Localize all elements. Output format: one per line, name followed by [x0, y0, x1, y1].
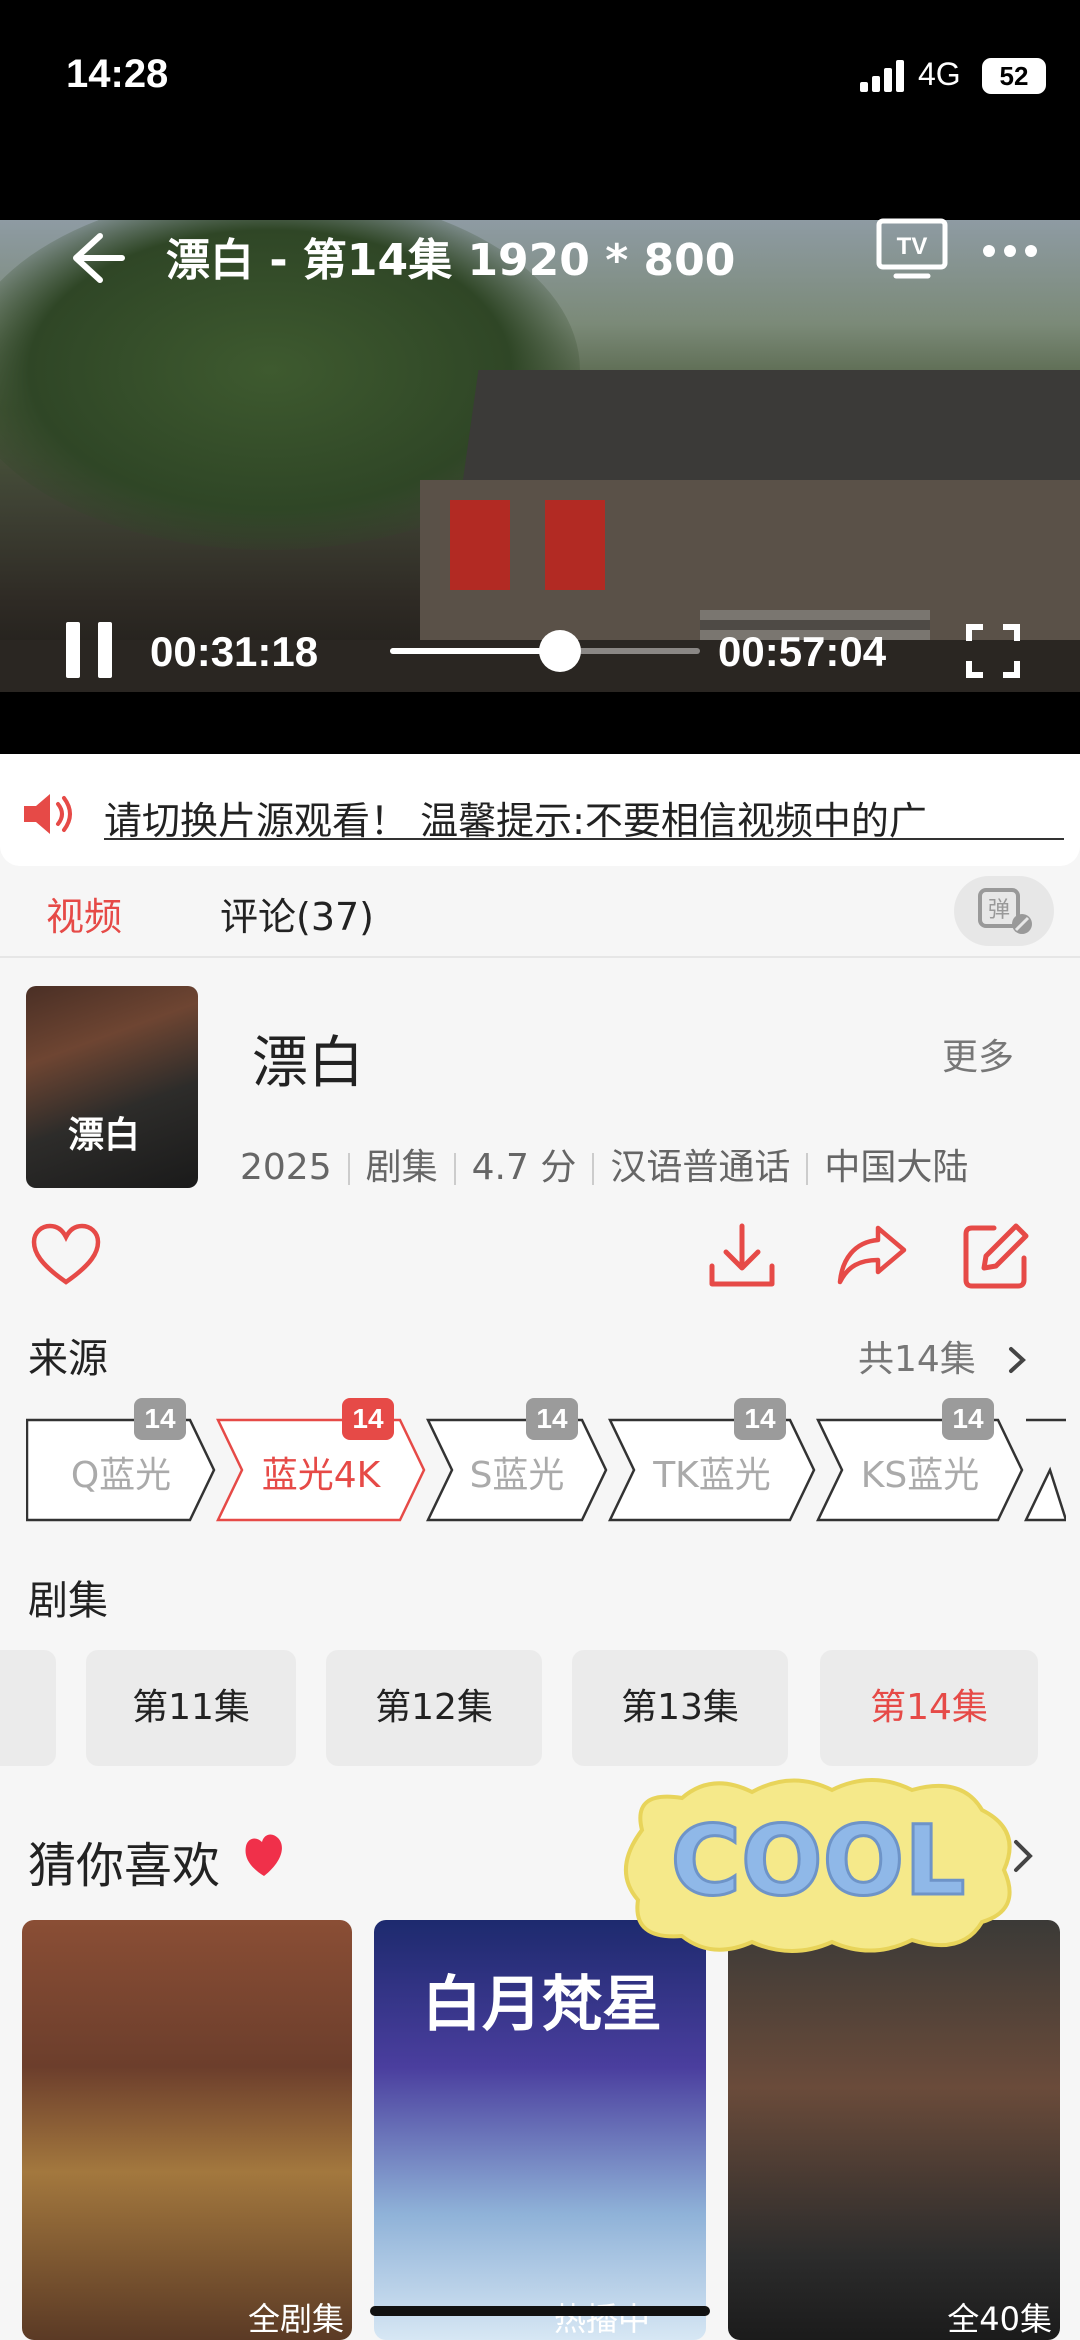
status-time: 14:28 — [66, 52, 169, 96]
poster-title: 漂白 — [68, 1114, 141, 1156]
source-item[interactable]: KS蓝光 14 — [816, 1398, 1024, 1522]
source-count-badge: 14 — [526, 1398, 578, 1440]
recommend-heading: 猜你喜欢 — [28, 1838, 221, 1894]
player-controls: 00:31:18 00:57:04 — [0, 622, 1080, 702]
home-indicator[interactable] — [370, 2306, 710, 2316]
notice-banner: 请切换片源观看！ 温馨提示:不要相信视频中的广 — [0, 754, 1080, 866]
edit-icon[interactable] — [960, 1220, 1032, 1292]
flame-heart-icon — [245, 1834, 282, 1876]
player-top-bar: 漂白 - 第14集 1920 * 800 TV — [0, 190, 1080, 290]
source-label: 蓝光4K — [261, 1455, 381, 1496]
source-item[interactable]: TK蓝光 14 — [608, 1398, 816, 1522]
tab-comments[interactable]: 评论(37) — [220, 886, 374, 941]
progress-fill — [390, 648, 560, 654]
tv-cast-icon[interactable]: TV — [876, 218, 948, 280]
danmu-label: 弹 — [988, 898, 1010, 923]
source-label: S蓝光 — [469, 1455, 565, 1496]
meta-language: 汉语普通话 — [610, 1147, 791, 1188]
episode-item[interactable]: 第12集 — [326, 1650, 542, 1766]
show-poster[interactable]: 漂白 — [26, 986, 198, 1188]
source-item[interactable]: Q蓝光 14 — [25, 1398, 216, 1522]
source-count-badge: 14 — [734, 1398, 786, 1440]
cool-sticker: COOL — [624, 1778, 1012, 1953]
chevron-right-icon — [1009, 1347, 1027, 1373]
show-meta: 2025 剧集 4.7 分汉语普通话 中国大陆 — [240, 1138, 968, 1190]
notice-text: 请切换片源观看！ 温馨提示:不要相信视频中的广 — [104, 799, 927, 843]
total-time: 00:57:04 — [718, 628, 887, 675]
heart-icon[interactable] — [30, 1220, 102, 1292]
progress-thumb[interactable] — [538, 630, 581, 672]
back-arrow-icon[interactable] — [66, 230, 126, 286]
battery-icon: 52 — [982, 58, 1046, 94]
tabs-divider — [0, 956, 1080, 958]
player-title: 漂白 - 第14集 1920 * 800 — [166, 235, 736, 286]
sticker-text: COOL — [671, 1805, 966, 1917]
episode-item[interactable]: 第11集 — [86, 1650, 296, 1766]
source-label: Q蓝光 — [70, 1455, 172, 1496]
danmu-off-icon: 弹 — [978, 888, 1032, 934]
notice-underline — [104, 838, 1064, 840]
recommend-card[interactable]: 白月梵星 热播中 — [374, 1920, 706, 2340]
svg-text:TV: TV — [897, 233, 928, 260]
current-time: 00:31:18 — [150, 628, 319, 675]
content-tabs: 视频 评论(37) 弹 — [0, 866, 1080, 956]
source-label: TK蓝光 — [653, 1455, 771, 1496]
meta-rating: 4.7 分 — [471, 1147, 577, 1188]
meta-type: 剧集 — [365, 1147, 438, 1188]
meta-region: 中国大陆 — [824, 1147, 969, 1188]
card-tag: 全剧集 — [247, 2300, 344, 2338]
meta-year: 2025 — [240, 1147, 332, 1188]
tab-video[interactable]: 视频 — [46, 886, 122, 941]
recommend-cards: 全剧集 白月梵星 热播中 全40集 — [0, 1920, 1080, 2340]
network-type: 4G — [918, 56, 961, 92]
recommend-card[interactable]: 全40集 — [728, 1920, 1060, 2340]
episode-total: 共14集 — [858, 1339, 976, 1380]
video-player[interactable]: 漂白 - 第14集 1920 * 800 TV 00:31:18 00:57:0… — [0, 160, 1080, 754]
source-item-active[interactable]: 蓝光4K 14 — [216, 1398, 426, 1522]
show-title: 漂白 — [252, 1031, 364, 1096]
episode-item-partial[interactable] — [0, 1650, 56, 1766]
pause-icon[interactable] — [64, 622, 116, 678]
recommend-card[interactable]: 全剧集 — [22, 1920, 352, 2340]
episode-list: 第11集 第12集 第13集 第14集 — [0, 1650, 1080, 1766]
episode-item[interactable]: 第13集 — [572, 1650, 788, 1766]
episode-total-link[interactable]: 共14集 — [858, 1330, 1031, 1382]
source-count-badge: 14 — [134, 1398, 186, 1440]
source-item-partial[interactable] — [1024, 1418, 1068, 1522]
status-bar: 14:28 4G 52 — [0, 0, 1080, 160]
more-link[interactable]: 更多 — [942, 1028, 1014, 1080]
chevron-right-icon[interactable] — [1008, 1836, 1038, 1876]
card-title: 白月梵星 — [422, 1970, 662, 2040]
card-tag: 热播中 — [553, 2300, 650, 2338]
card-tag: 全40集 — [947, 2300, 1052, 2338]
download-icon[interactable] — [706, 1220, 778, 1292]
speaker-icon — [24, 794, 72, 834]
source-count-badge: 14 — [342, 1398, 394, 1440]
source-count-badge: 14 — [942, 1398, 994, 1440]
action-row — [0, 1220, 1080, 1300]
source-label: KS蓝光 — [860, 1455, 980, 1496]
danmu-toggle-button[interactable]: 弹 — [954, 876, 1054, 946]
sources-heading: 来源 — [28, 1336, 108, 1382]
fullscreen-icon[interactable] — [966, 624, 1020, 678]
source-list: Q蓝光 14 蓝光4K 14 S蓝光 14 TK蓝光 14 KS蓝光 14 — [25, 1398, 1068, 1526]
source-item[interactable]: S蓝光 14 — [426, 1398, 608, 1522]
episode-item-selected[interactable]: 第14集 — [820, 1650, 1038, 1766]
episodes-heading: 剧集 — [28, 1578, 108, 1624]
signal-icon — [860, 60, 906, 92]
share-icon[interactable] — [836, 1220, 908, 1292]
more-options-icon[interactable] — [982, 244, 1038, 258]
